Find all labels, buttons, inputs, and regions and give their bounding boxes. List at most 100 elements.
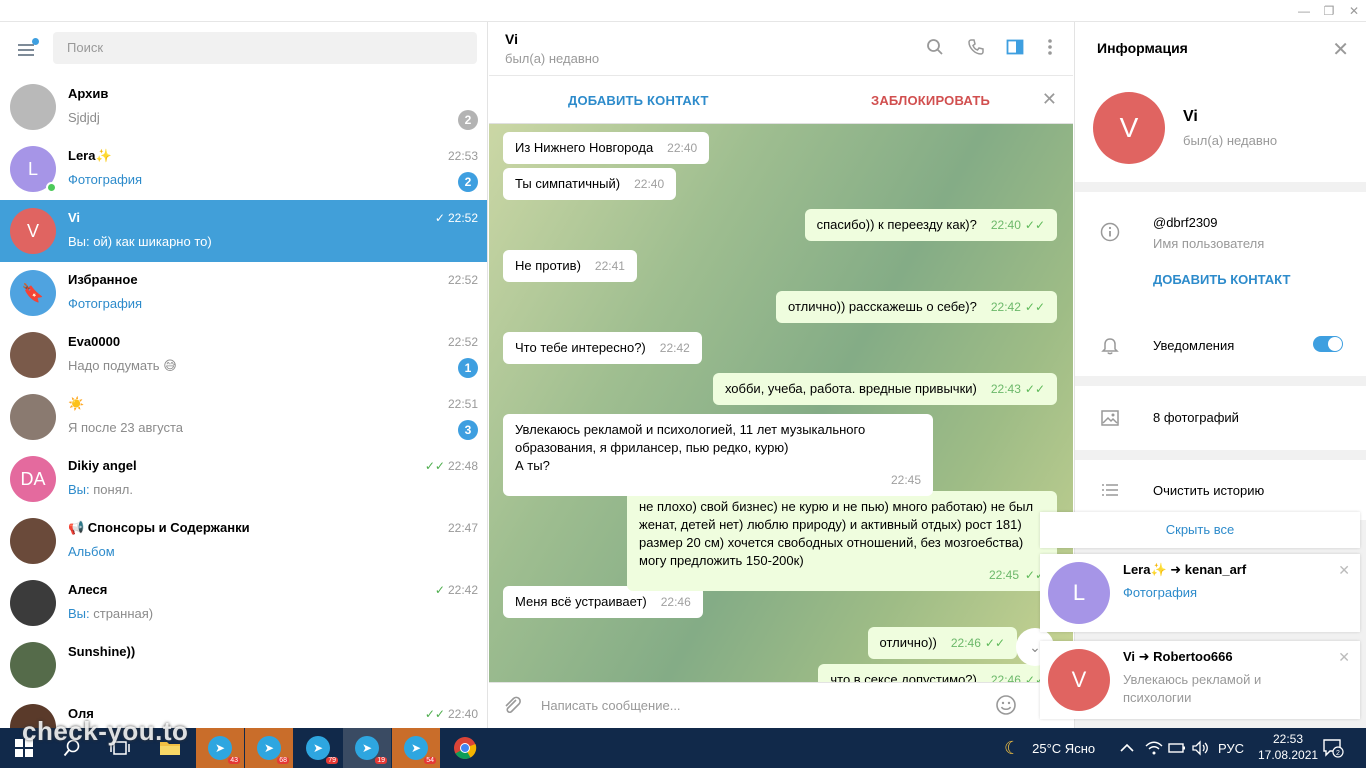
message-text: отлично)) (879, 635, 937, 650)
language-indicator[interactable]: РУС (1218, 728, 1244, 768)
incoming-message[interactable]: Не против) 22:41 (503, 250, 637, 282)
message-input[interactable]: Написать сообщение... (541, 698, 681, 713)
chat-item[interactable]: 📢 Спонсоры и Содержанки Альбом 22:47 (0, 510, 487, 572)
chat-item[interactable]: 🔖 Избранное Фотография 22:52 (0, 262, 487, 324)
incoming-message[interactable]: Ты симпатичный) 22:40 (503, 168, 677, 200)
conversation-title[interactable]: Vi (505, 31, 518, 47)
close-window-button[interactable]: ✕ (1340, 0, 1366, 22)
notification-popup[interactable]: V Vi ➜ Robertoo666 Увлекаюсь рекламой и пс… (1040, 641, 1360, 719)
notification-popup[interactable]: L Lera✨ ➜ kenan_arf Фотография ✕ (1040, 554, 1360, 632)
close-info-icon[interactable]: ✕ (1332, 37, 1349, 62)
clear-history-button[interactable]: Очистить историю (1153, 483, 1264, 498)
incoming-message[interactable]: Увлекаюсь рекламой и психологией, 11 лет… (503, 414, 933, 496)
chat-item[interactable]: Sunshine)) (0, 634, 487, 696)
volume-icon[interactable] (1191, 728, 1209, 768)
chat-item[interactable]: L Lera✨ Фотография 22:53 2 (0, 138, 487, 200)
close-icon[interactable]: ✕ (1338, 649, 1350, 666)
incoming-message[interactable]: Из Нижнего Новгорода 22:40 (503, 132, 710, 164)
chat-item[interactable]: Eva0000 Надо подумать 😅 22:52 1 (0, 324, 487, 386)
outgoing-message[interactable]: не плохо) свой бизнес) не курю и не пью)… (627, 491, 1057, 591)
message-time: 22:42 (990, 300, 1021, 314)
minimize-button[interactable]: — (1290, 0, 1318, 22)
message-area[interactable]: что в сексе допустимо?) 22:46 ✓✓ отлично)) 2… (489, 124, 1073, 682)
bell-icon (1099, 335, 1121, 360)
chat-time: 22:53 (448, 149, 478, 163)
close-icon[interactable]: ✕ (1338, 562, 1350, 579)
chat-preview-text: Фотография (68, 172, 143, 187)
read-check-icon: ✓✓ (424, 459, 445, 473)
message-time: 22:45 (988, 568, 1019, 582)
chat-item[interactable]: DA Dikiy angel Вы: понял. ✓✓ 22:48 (0, 448, 487, 510)
chat-item[interactable]: Алеся Вы: странная) ✓ 22:42 (0, 572, 487, 634)
telegram-taskbar-icon[interactable]: ➤ 54 (392, 728, 440, 768)
message-text: что в сексе допустимо?) (830, 672, 977, 682)
unread-badge: 1 (458, 358, 478, 378)
chat-item[interactable]: Архив Sjdjdj 2 (0, 76, 487, 138)
search-icon[interactable] (924, 38, 946, 60)
chat-item[interactable]: ☀️ Я после 23 августа 22:51 3 (0, 386, 487, 448)
block-button[interactable]: ЗАБЛОКИРОВАТЬ (871, 93, 990, 108)
photo-icon (1099, 408, 1121, 433)
phone-icon[interactable] (965, 38, 987, 60)
weather-widget[interactable]: ☾ 25°C Ясно (1004, 728, 1095, 768)
notification-title: Lera✨ ➜ kenan_arf (1123, 562, 1247, 577)
info-add-contact-button[interactable]: ДОБАВИТЬ КОНТАКТ (1153, 272, 1290, 287)
outgoing-message[interactable]: что в сексе допустимо?) 22:46 ✓✓ (818, 664, 1057, 682)
message-time: 22:41 (594, 259, 625, 273)
telegram-taskbar-icon[interactable]: ➤ 68 (245, 728, 293, 768)
unread-count: 19 (375, 757, 387, 764)
clock[interactable]: 22:53 17.08.2021 (1258, 731, 1318, 763)
battery-icon[interactable] (1168, 728, 1186, 768)
unread-count: 79 (326, 757, 338, 764)
username-value[interactable]: @dbrf2309 (1153, 215, 1218, 230)
search-input[interactable]: Поиск (53, 32, 477, 64)
emoji-icon[interactable] (995, 694, 1017, 722)
network-icon[interactable] (1145, 728, 1163, 768)
telegram-taskbar-icon[interactable]: ➤ 79 (294, 728, 342, 768)
close-icon[interactable]: ✕ (1042, 89, 1057, 110)
clock-time: 22:53 (1272, 732, 1304, 746)
chat-preview: Надо подумать 😅 (68, 358, 177, 374)
chat-preview-text: Вы: ой) как шикарно то) (68, 234, 212, 249)
avatar: L (1048, 562, 1110, 624)
add-contact-button[interactable]: ДОБАВИТЬ КОНТАКТ (568, 93, 709, 108)
telegram-taskbar-icon[interactable]: ➤ 43 (196, 728, 244, 768)
chat-time-text: 22:51 (447, 397, 478, 411)
menu-icon[interactable] (14, 38, 39, 58)
chevron-up-icon[interactable] (1120, 728, 1134, 768)
sidebar-toggle-icon[interactable] (1004, 38, 1026, 60)
telegram-taskbar-icon[interactable]: ➤ 19 (343, 728, 391, 768)
attach-icon[interactable] (501, 694, 523, 722)
outgoing-message[interactable]: отлично)) расскажешь о себе)? 22:42 ✓✓ (776, 291, 1057, 323)
notification-count: 2 (1336, 750, 1340, 757)
more-options-icon[interactable] (1039, 38, 1061, 60)
chat-list-panel: Поиск Архив Sjdjdj 2 L Lera✨ Фотография 22:53 2… (0, 22, 488, 728)
chrome-icon[interactable] (441, 728, 489, 768)
message-text: Из Нижнего Новгорода (515, 140, 654, 155)
maximize-button[interactable]: ❐ (1315, 0, 1343, 22)
read-check-icon: ✓✓ (424, 707, 445, 721)
action-center-icon[interactable]: 2 (1322, 728, 1344, 768)
chat-time-text: 22:40 (447, 707, 478, 721)
avatar (10, 394, 56, 440)
telegram-icon: ➤ 68 (257, 736, 289, 764)
incoming-message[interactable]: Что тебе интересно?) 22:42 (503, 332, 702, 364)
info-name: Vi (1183, 108, 1198, 125)
chat-name: 📢 Спонсоры и Содержанки (68, 520, 250, 535)
chat-time-text: 22:47 (447, 521, 478, 535)
photos-count[interactable]: 8 фотографий (1153, 410, 1239, 425)
chat-time-text: 22:42 (447, 583, 478, 597)
telegram-icon: ➤ 43 (208, 736, 240, 764)
avatar[interactable]: V (1093, 92, 1165, 164)
notifications-toggle[interactable] (1313, 336, 1343, 352)
outgoing-message[interactable]: отлично)) 22:46 ✓✓ (867, 627, 1017, 659)
clock-date: 17.08.2021 (1258, 748, 1319, 762)
chat-time: 22:47 (448, 521, 478, 535)
outgoing-message[interactable]: хобби, учеба, работа. вредные привычки) 2… (712, 373, 1057, 405)
hide-all-notifications-button[interactable]: Скрыть все (1040, 512, 1360, 548)
chat-preview: Sjdjdj (68, 110, 100, 125)
chat-time: ✓ 22:42 (435, 583, 478, 597)
chat-item[interactable]: V Vi Вы: ой) как шикарно то) ✓ 22:52 (0, 200, 487, 262)
chat-name: Dikiy angel (68, 458, 137, 473)
outgoing-message[interactable]: спасибо)) к переезду как)? 22:40 ✓✓ (804, 209, 1057, 241)
